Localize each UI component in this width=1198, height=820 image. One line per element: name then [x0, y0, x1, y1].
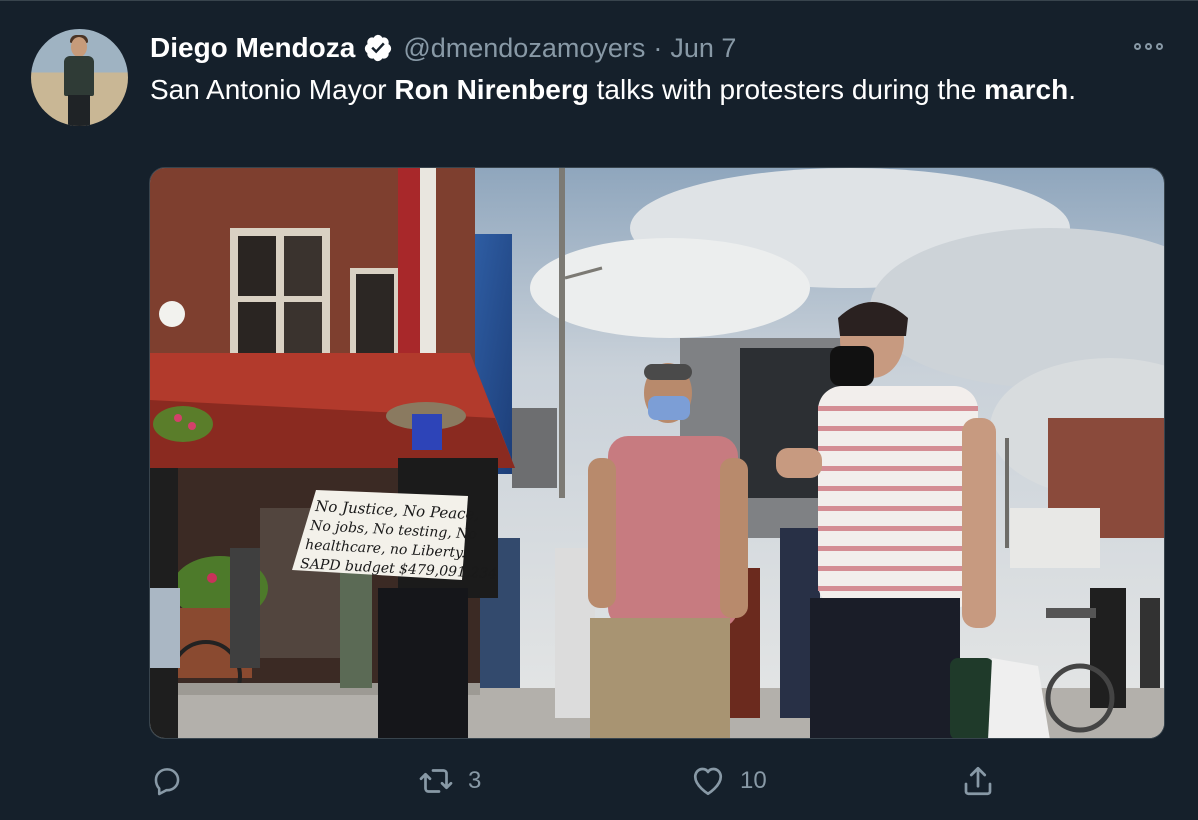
mayor-mask	[648, 396, 690, 420]
tweet-text-part: San Antonio Mayor	[150, 74, 395, 105]
light-pole	[559, 168, 565, 498]
bg-person	[1140, 598, 1160, 688]
white-building-right	[1010, 508, 1100, 568]
man-black-mask	[830, 346, 874, 386]
tweet-text-part: .	[1068, 74, 1076, 105]
hanging-flower-basket	[153, 406, 213, 442]
vertical-sign-white	[420, 168, 436, 368]
mayor-arm	[720, 458, 748, 618]
vertical-sign-red	[398, 168, 420, 368]
man-raised-hand	[776, 448, 822, 478]
more-dot	[1144, 42, 1152, 50]
like-button[interactable]: 10	[690, 761, 767, 801]
separator-dot: ·	[653, 32, 663, 63]
sign-holder-legs	[378, 588, 468, 738]
tweet-text-bold-word: march	[984, 74, 1069, 105]
tweet-actions: 3 10	[150, 761, 1166, 801]
tweet-header: Diego Mendoza @dmendozamoyers · Jun 7	[150, 31, 736, 65]
mayor-arm	[588, 458, 616, 608]
more-dot	[1155, 42, 1163, 50]
tweet-media-photo[interactable]: No Justice, No Peace, No jobs, No testin…	[149, 167, 1165, 739]
cloud	[530, 238, 810, 338]
window-pane	[284, 236, 322, 296]
street-lamp-globe	[159, 301, 185, 327]
retweet-count: 3	[468, 767, 482, 794]
window-pane	[284, 302, 322, 360]
verified-badge-icon	[363, 33, 393, 63]
reply-button[interactable]	[150, 761, 198, 801]
avatar-head	[71, 37, 87, 57]
blue-bandana	[412, 414, 442, 450]
share-button[interactable]	[960, 761, 996, 801]
author-display-name[interactable]: Diego Mendoza	[150, 32, 355, 64]
avatar-legs	[68, 95, 90, 126]
mayor-hair	[644, 364, 692, 380]
bg-person	[340, 568, 372, 688]
tweet[interactable]: Diego Mendoza @dmendozamoyers · Jun 7 Sa…	[0, 0, 1198, 820]
bg-person	[1090, 588, 1126, 708]
tweet-text: San Antonio Mayor Ron Nirenberg talks wi…	[150, 71, 1150, 109]
more-dot	[1133, 42, 1141, 50]
protest-sign: No Justice, No Peace, No jobs, No testin…	[292, 490, 497, 582]
tweet-text-mention-name: Ron Nirenberg	[394, 74, 589, 105]
distant-building	[512, 408, 557, 488]
mayor-pink-shirt	[608, 436, 738, 628]
avatar-shirt	[64, 56, 94, 96]
edge-person-shorts	[150, 588, 180, 668]
water-bottle	[950, 658, 994, 738]
heart-icon	[693, 767, 723, 796]
like-count: 10	[740, 767, 767, 794]
more-icon[interactable]	[1128, 31, 1168, 61]
striped-shirt	[818, 386, 978, 608]
tweet-text-part: talks with protesters during the	[588, 74, 985, 105]
mayor-khakis	[590, 618, 730, 738]
avatar[interactable]	[31, 29, 128, 126]
retweet-icon	[419, 769, 453, 793]
man-navy-shorts	[810, 598, 960, 738]
author-handle[interactable]: @dmendozamoyers	[403, 33, 645, 64]
bicycle-handlebar	[1046, 608, 1096, 618]
street-lamp	[1005, 438, 1009, 548]
window-pane	[238, 302, 276, 360]
protest-photo: No Justice, No Peace, No jobs, No testin…	[150, 168, 1164, 738]
bg-person	[230, 548, 260, 668]
share-icon	[964, 766, 992, 796]
reply-icon	[154, 768, 180, 796]
man-arm	[962, 418, 996, 628]
window-pane	[238, 236, 276, 296]
retweet-button[interactable]: 3	[418, 761, 481, 801]
tweet-date[interactable]: Jun 7	[670, 33, 736, 64]
